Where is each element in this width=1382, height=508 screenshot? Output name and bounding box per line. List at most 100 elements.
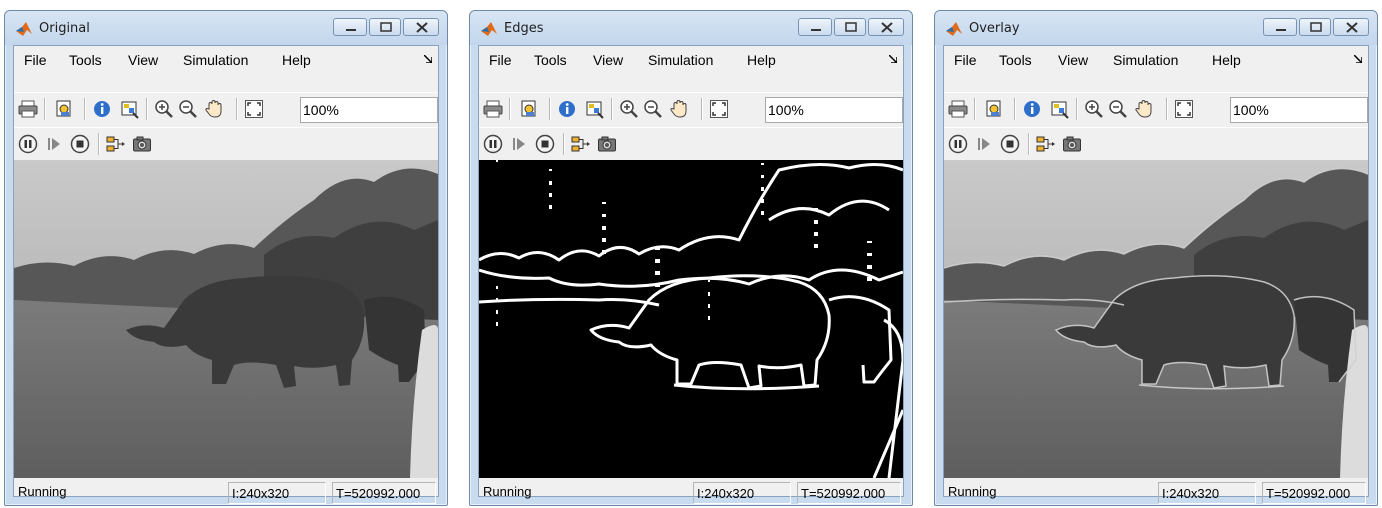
highlight-block-icon[interactable] bbox=[54, 99, 74, 119]
menu-simulation[interactable]: Simulation bbox=[648, 52, 713, 68]
print-icon[interactable] bbox=[483, 99, 503, 119]
menu-tools[interactable]: Tools bbox=[534, 52, 567, 68]
menu-collapse-arrow-icon[interactable] bbox=[424, 55, 432, 63]
menu-file[interactable]: File bbox=[24, 52, 47, 68]
zoom-in-icon[interactable] bbox=[619, 99, 639, 119]
snapshot-icon[interactable] bbox=[132, 134, 152, 154]
stop-icon[interactable] bbox=[1000, 134, 1020, 154]
signal-select-icon[interactable] bbox=[571, 134, 591, 154]
info-icon[interactable] bbox=[557, 99, 577, 119]
maximize-button[interactable] bbox=[369, 18, 401, 36]
zoom-level-field[interactable]: 100% bbox=[1230, 97, 1368, 123]
status-bar: Running I:240x320 T=520992.000 bbox=[944, 478, 1368, 504]
zoom-out-icon[interactable] bbox=[643, 99, 663, 119]
zoom-level-field[interactable]: 100% bbox=[300, 97, 438, 123]
minimize-button[interactable] bbox=[798, 18, 832, 36]
pan-icon[interactable] bbox=[669, 99, 689, 119]
stop-icon[interactable] bbox=[70, 134, 90, 154]
sim-time-field: T=520992.000 bbox=[1262, 482, 1366, 504]
video-frame-overlay bbox=[944, 160, 1368, 478]
minimize-icon bbox=[811, 29, 821, 31]
main-toolbar: 100% bbox=[14, 92, 438, 128]
minimize-button[interactable] bbox=[333, 18, 367, 36]
zoom-in-icon[interactable] bbox=[1084, 99, 1104, 119]
close-button[interactable] bbox=[1333, 18, 1369, 36]
menu-view[interactable]: View bbox=[1058, 52, 1088, 68]
playback-toolbar bbox=[479, 127, 903, 161]
menu-bar: File Tools View Simulation Help bbox=[944, 46, 1368, 72]
menu-help[interactable]: Help bbox=[747, 52, 776, 68]
menu-collapse-arrow-icon[interactable] bbox=[889, 55, 897, 63]
menu-simulation[interactable]: Simulation bbox=[183, 52, 248, 68]
menu-tools[interactable]: Tools bbox=[69, 52, 102, 68]
title-bar[interactable]: Original bbox=[5, 11, 447, 45]
close-button[interactable] bbox=[868, 18, 904, 36]
print-icon[interactable] bbox=[18, 99, 38, 119]
menu-file[interactable]: File bbox=[489, 52, 512, 68]
snapshot-icon[interactable] bbox=[597, 134, 617, 154]
menu-help[interactable]: Help bbox=[282, 52, 311, 68]
pan-icon[interactable] bbox=[1134, 99, 1154, 119]
fit-to-view-icon[interactable] bbox=[1174, 99, 1194, 119]
maximize-icon bbox=[380, 22, 392, 32]
step-forward-icon[interactable] bbox=[509, 134, 529, 154]
fit-to-view-icon[interactable] bbox=[709, 99, 729, 119]
status-text: Running bbox=[948, 484, 997, 499]
pan-icon[interactable] bbox=[204, 99, 224, 119]
title-bar[interactable]: Overlay bbox=[935, 11, 1377, 45]
menu-help[interactable]: Help bbox=[1212, 52, 1241, 68]
pause-icon[interactable] bbox=[483, 134, 503, 154]
title-bar[interactable]: Edges bbox=[470, 11, 912, 45]
zoom-out-icon[interactable] bbox=[1108, 99, 1128, 119]
step-forward-icon[interactable] bbox=[44, 134, 64, 154]
maximize-icon bbox=[1310, 22, 1322, 32]
menu-simulation[interactable]: Simulation bbox=[1113, 52, 1178, 68]
info-icon[interactable] bbox=[1022, 99, 1042, 119]
menu-bar: File Tools View Simulation Help bbox=[14, 46, 438, 72]
video-display[interactable] bbox=[944, 160, 1368, 478]
maximize-icon bbox=[845, 22, 857, 32]
menu-tools[interactable]: Tools bbox=[999, 52, 1032, 68]
close-icon bbox=[881, 22, 893, 33]
signal-select-icon[interactable] bbox=[106, 134, 126, 154]
fit-to-view-icon[interactable] bbox=[244, 99, 264, 119]
step-forward-icon[interactable] bbox=[974, 134, 994, 154]
video-frame-original bbox=[14, 160, 438, 478]
colormap-icon[interactable] bbox=[120, 99, 140, 119]
image-size-field: I:240x320 bbox=[228, 482, 326, 504]
maximize-button[interactable] bbox=[834, 18, 866, 36]
zoom-out-icon[interactable] bbox=[178, 99, 198, 119]
info-icon[interactable] bbox=[92, 99, 112, 119]
highlight-block-icon[interactable] bbox=[984, 99, 1004, 119]
window-title: Edges bbox=[504, 21, 544, 36]
signal-select-icon[interactable] bbox=[1036, 134, 1056, 154]
minimize-button[interactable] bbox=[1263, 18, 1297, 36]
close-button[interactable] bbox=[403, 18, 439, 36]
snapshot-icon[interactable] bbox=[1062, 134, 1082, 154]
highlight-block-icon[interactable] bbox=[519, 99, 539, 119]
pause-icon[interactable] bbox=[948, 134, 968, 154]
menu-view[interactable]: View bbox=[128, 52, 158, 68]
close-icon bbox=[1346, 22, 1358, 33]
maximize-button[interactable] bbox=[1299, 18, 1331, 36]
pause-icon[interactable] bbox=[18, 134, 38, 154]
menu-collapse-arrow-icon[interactable] bbox=[1354, 55, 1362, 63]
sim-time-field: T=520992.000 bbox=[332, 482, 436, 504]
video-viewer-window-overlay: Overlay File Tools View Simulation Help 100% … bbox=[934, 10, 1378, 506]
minimize-icon bbox=[346, 29, 356, 31]
menu-view[interactable]: View bbox=[593, 52, 623, 68]
zoom-in-icon[interactable] bbox=[154, 99, 174, 119]
print-icon[interactable] bbox=[948, 99, 968, 119]
toolbar-separator bbox=[44, 98, 45, 120]
menu-bar: File Tools View Simulation Help bbox=[479, 46, 903, 72]
menu-file[interactable]: File bbox=[954, 52, 977, 68]
toolbar-separator bbox=[146, 98, 147, 120]
video-display[interactable] bbox=[479, 160, 903, 478]
stop-icon[interactable] bbox=[535, 134, 555, 154]
toolbar-separator bbox=[84, 98, 85, 120]
zoom-level-field[interactable]: 100% bbox=[765, 97, 903, 123]
colormap-icon[interactable] bbox=[585, 99, 605, 119]
toolbar-separator bbox=[236, 98, 237, 120]
video-display[interactable] bbox=[14, 160, 438, 478]
colormap-icon[interactable] bbox=[1050, 99, 1070, 119]
